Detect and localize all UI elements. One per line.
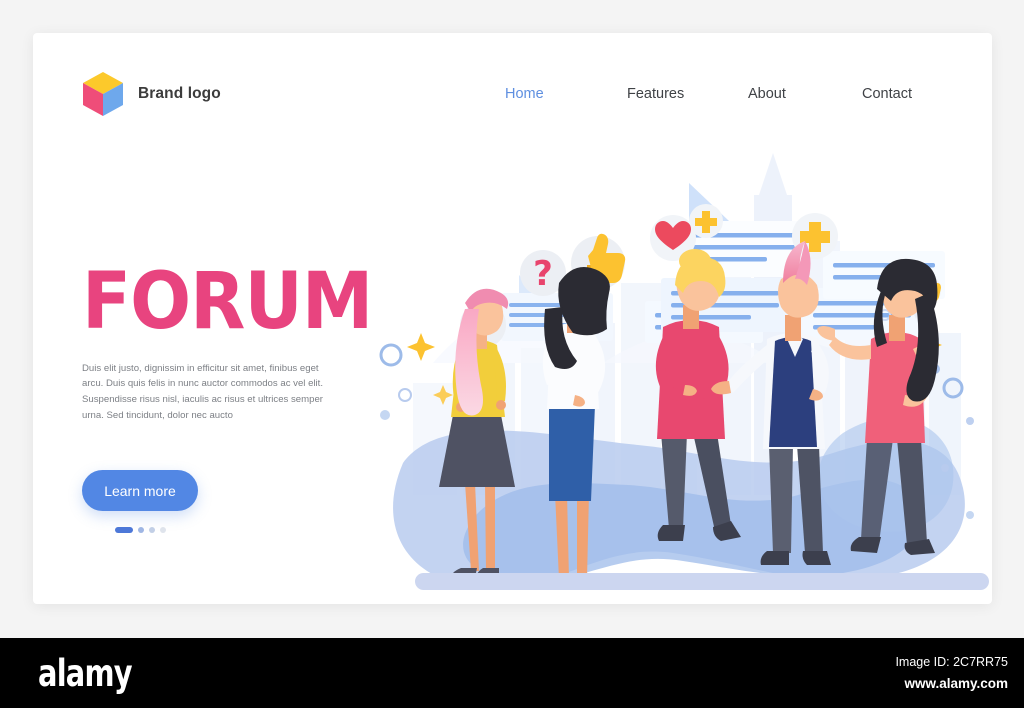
screenshot-root: Brand logo Home Features About Contact F… <box>0 0 1024 708</box>
nav-item-about[interactable]: About <box>746 82 860 106</box>
nav-item-home[interactable]: Home <box>503 82 625 106</box>
alamy-logo: alamy <box>38 652 133 695</box>
brand-name: Brand logo <box>138 85 221 102</box>
landing-page-card: Brand logo Home Features About Contact F… <box>33 33 992 604</box>
forum-discussion-illustration: ? <box>373 133 992 603</box>
alamy-url-text: www.alamy.com <box>904 676 1008 692</box>
page-title: FORUM <box>82 257 373 347</box>
carousel-pagination[interactable] <box>115 527 166 533</box>
carousel-dot-1[interactable] <box>115 527 133 533</box>
carousel-dot-3[interactable] <box>149 527 155 533</box>
ground-platform <box>415 573 989 590</box>
hero-description: Duis elit justo, dignissim in efficitur … <box>82 362 324 422</box>
hero-section: FORUM Duis elit justo, dignissim in effi… <box>82 257 382 424</box>
main-nav: Home Features About Contact <box>503 82 914 106</box>
nav-item-features[interactable]: Features <box>625 82 746 106</box>
image-id-text: Image ID: 2C7RR75 <box>895 655 1008 669</box>
carousel-dot-2[interactable] <box>138 527 144 533</box>
cube-logo-icon <box>82 71 124 117</box>
nav-item-contact[interactable]: Contact <box>860 82 914 106</box>
svg-text:?: ? <box>533 254 553 294</box>
alamy-watermark-footer: alamy Image ID: 2C7RR75 www.alamy.com <box>0 638 1024 708</box>
carousel-dot-4[interactable] <box>160 527 166 533</box>
alamy-meta: Image ID: 2C7RR75 www.alamy.com <box>895 652 1008 695</box>
learn-more-button[interactable]: Learn more <box>82 470 198 511</box>
brand-logo[interactable]: Brand logo <box>82 71 221 117</box>
